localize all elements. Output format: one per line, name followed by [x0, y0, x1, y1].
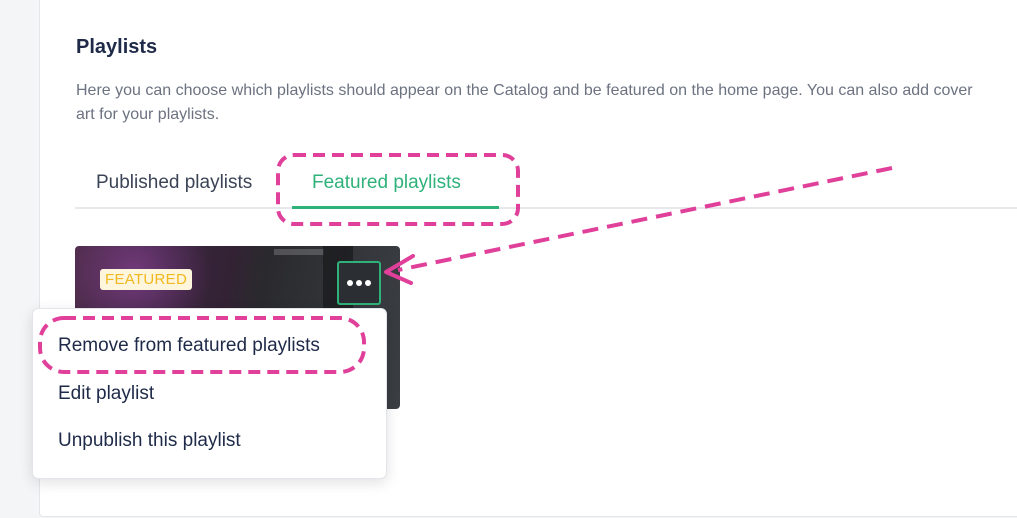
section-title: Playlists — [76, 36, 158, 58]
active-tab-indicator — [292, 206, 499, 209]
tab-published-playlists[interactable]: Published playlists — [96, 172, 252, 194]
ellipsis-icon — [347, 280, 371, 286]
featured-badge: FEATURED — [100, 269, 193, 290]
playlist-context-menu: Remove from featured playlists Edit play… — [32, 308, 387, 479]
tab-featured-playlists[interactable]: Featured playlists — [312, 172, 461, 194]
menu-item-edit-playlist[interactable]: Edit playlist — [58, 383, 154, 405]
section-description: Here you can choose which playlists shou… — [76, 82, 973, 123]
menu-item-unpublish[interactable]: Unpublish this playlist — [58, 430, 241, 452]
thumbnail-strip — [274, 249, 324, 255]
menu-item-remove-featured[interactable]: Remove from featured playlists — [58, 335, 320, 357]
tabs-divider — [75, 207, 1017, 209]
more-options-button[interactable] — [337, 261, 381, 305]
